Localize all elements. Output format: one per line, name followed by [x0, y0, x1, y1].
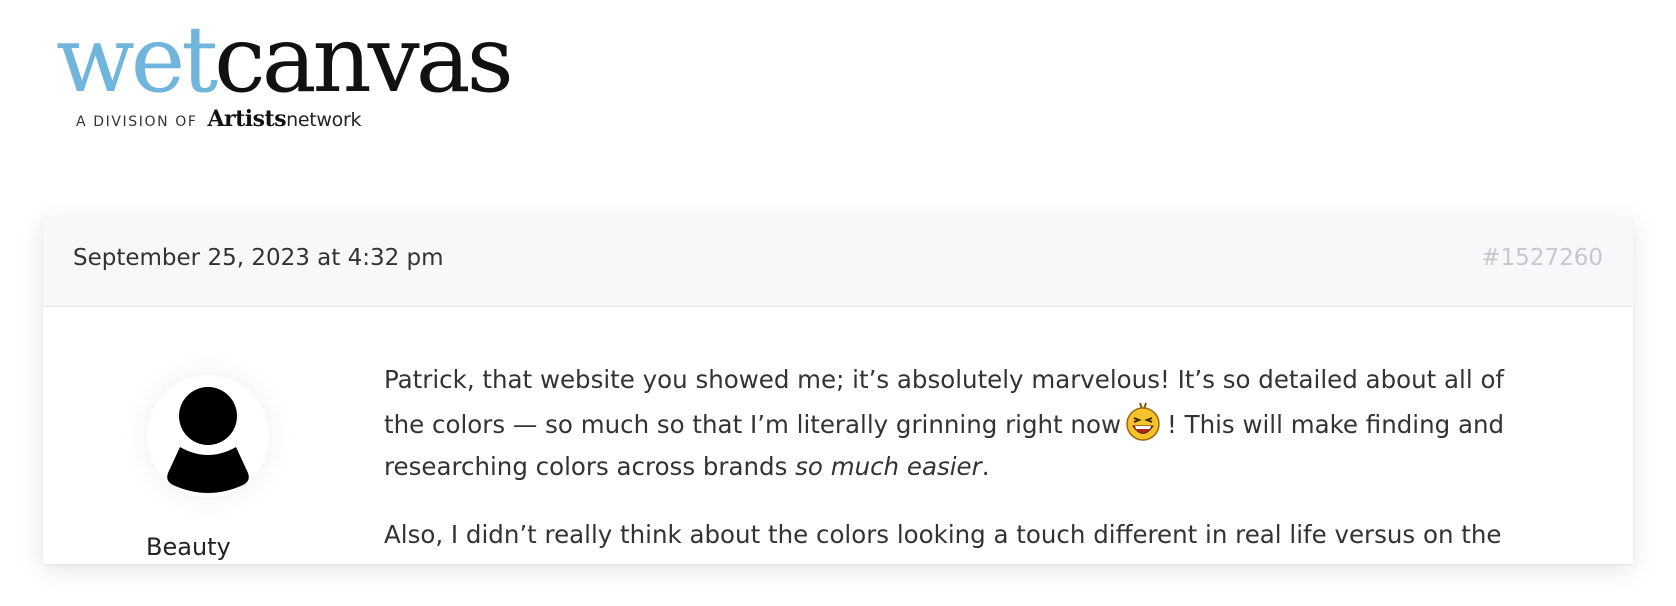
post-body: Beauty Patrick, that website you showed … — [43, 307, 1633, 564]
logo-wordmark: wetcanvas — [56, 14, 514, 106]
site-logo[interactable]: wetcanvas A DIVISION OF Artists network — [56, 14, 514, 134]
post-text: . — [981, 452, 990, 481]
user-silhouette-icon — [167, 387, 249, 493]
logo-wet-text: wet — [56, 6, 218, 113]
page: wetcanvas A DIVISION OF Artists network S… — [0, 0, 1676, 606]
post-text-emphasis: so much easier — [795, 452, 982, 481]
post-author: Beauty — [73, 307, 343, 564]
forum-post: September 25, 2023 at 4:32 pm #1527260 B… — [43, 217, 1633, 564]
author-avatar[interactable] — [147, 375, 269, 497]
logo-canvas-text: canvas — [214, 6, 514, 113]
post-header: September 25, 2023 at 4:32 pm #1527260 — [43, 217, 1633, 307]
logo-artists-text: Artists — [207, 106, 287, 132]
post-content: Patrick, that website you showed me; it’… — [384, 359, 1544, 564]
logo-division-text: A DIVISION OF — [76, 114, 198, 130]
author-name[interactable]: Beauty — [146, 533, 231, 561]
post-paragraph-2: Also, I didn’t really think about the co… — [384, 520, 1502, 549]
logo-network-text: network — [286, 109, 362, 131]
laughing-emoji-icon — [1125, 401, 1161, 441]
post-paragraph-1: Patrick, that website you showed me; it’… — [384, 359, 1544, 488]
logo-tagline: A DIVISION OF Artists network — [76, 106, 361, 132]
post-date: September 25, 2023 at 4:32 pm — [73, 245, 444, 271]
post-permalink[interactable]: #1527260 — [1481, 245, 1603, 271]
